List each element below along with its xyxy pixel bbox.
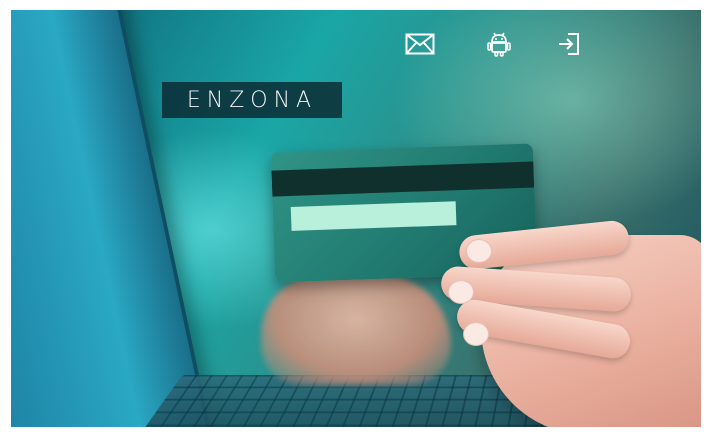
typing-hand-image — [261, 275, 451, 385]
enzona-logo[interactable]: ENZONA — [162, 82, 342, 118]
android-icon — [485, 30, 513, 58]
fingernail-image — [463, 322, 489, 346]
fingernail-image — [466, 239, 492, 263]
card-magnetic-stripe — [271, 161, 534, 196]
logo-text: ENZONA — [187, 88, 317, 113]
fingernail-image — [448, 280, 474, 304]
login-button[interactable] — [551, 30, 587, 58]
android-app-button[interactable] — [481, 30, 517, 58]
login-icon — [556, 31, 582, 57]
mail-button[interactable] — [402, 30, 438, 58]
hero-banner: ENZONA — [11, 10, 701, 427]
card-signature-strip — [291, 201, 457, 231]
mail-icon — [405, 33, 435, 55]
